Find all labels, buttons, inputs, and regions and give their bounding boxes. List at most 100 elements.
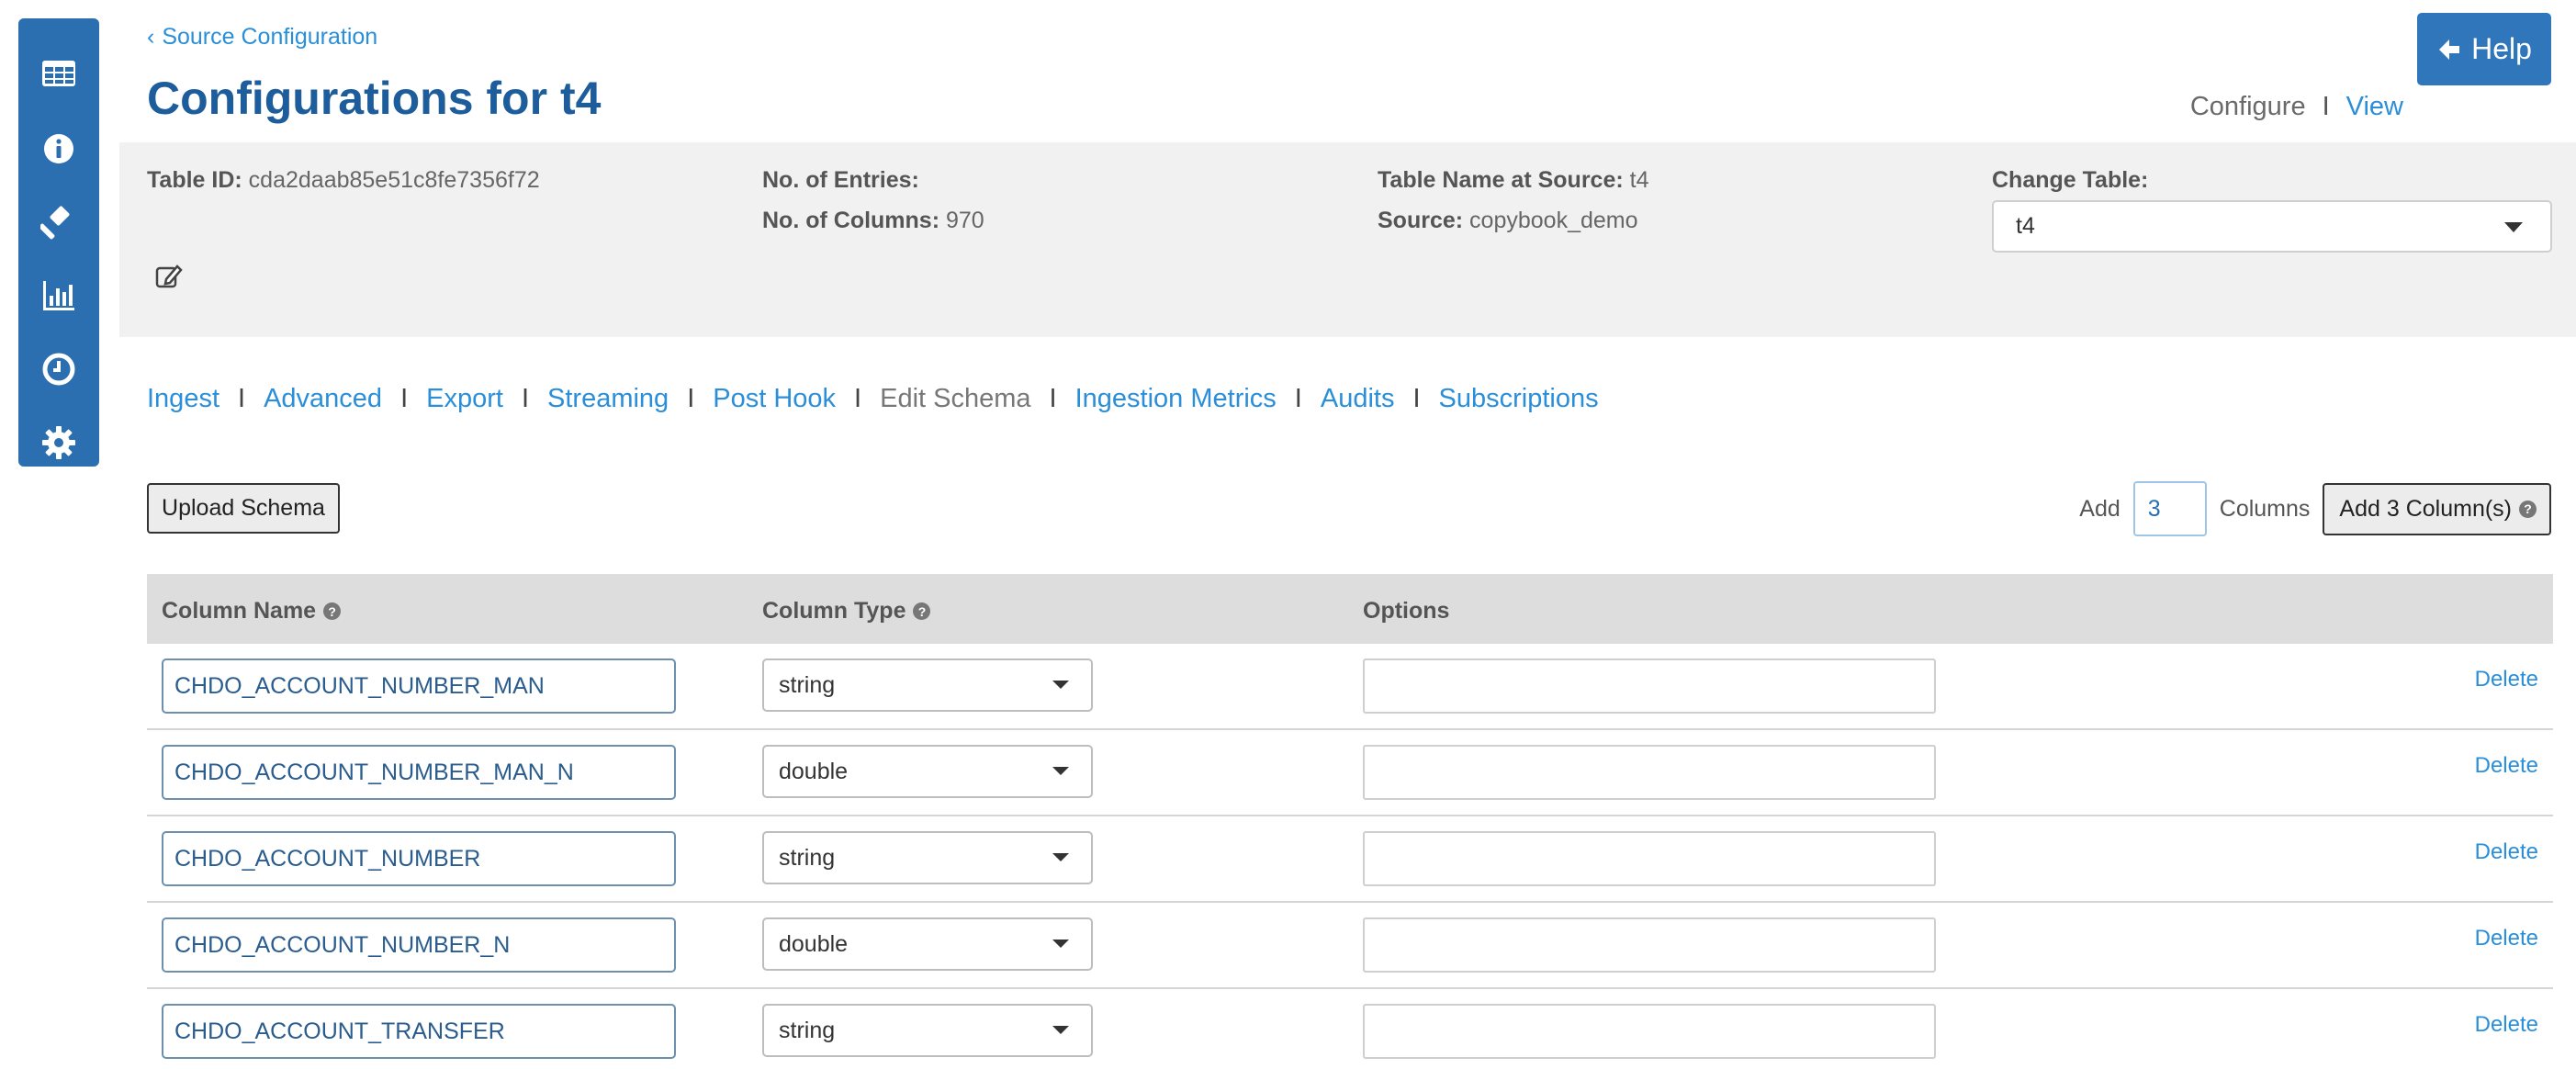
tab-post-hook[interactable]: Post Hook xyxy=(713,384,836,414)
separator: I xyxy=(2322,92,2330,121)
edit-icon[interactable] xyxy=(154,262,184,291)
change-table-select[interactable]: t4 xyxy=(1992,200,2552,253)
table-name-at-source: Table Name at Source: t4 xyxy=(1378,167,1649,194)
help-button[interactable]: Help xyxy=(2417,13,2551,85)
options-input[interactable] xyxy=(1363,745,1936,800)
table-id: Table ID: cda2daab85e51c8fe7356f72 xyxy=(147,167,540,194)
caret-down-icon xyxy=(1052,940,1069,948)
options-input[interactable] xyxy=(1363,831,1936,886)
help-circle-icon[interactable]: ? xyxy=(323,602,342,620)
clock-icon[interactable] xyxy=(40,351,77,388)
column-name-input[interactable]: CHDO_ACCOUNT_TRANSFER xyxy=(162,1004,676,1059)
delete-link[interactable]: Delete xyxy=(2475,926,2538,951)
table-row: CHDO_ACCOUNT_NUMBER_MAN string Delete xyxy=(147,644,2553,730)
tab-separator: I xyxy=(1049,384,1057,413)
chevron-left-icon: ‹ xyxy=(147,24,155,50)
tab-separator: I xyxy=(521,384,530,413)
gear-icon[interactable] xyxy=(40,424,77,461)
change-table-value: t4 xyxy=(2016,213,2035,239)
gavel-icon[interactable] xyxy=(40,204,77,241)
add-label: Add xyxy=(2079,495,2120,522)
table-id-label: Table ID: xyxy=(147,167,242,193)
help-circle-icon: ? xyxy=(2519,500,2537,518)
change-table-label: Change Table: xyxy=(1992,167,2149,193)
column-type-select[interactable]: double xyxy=(762,917,1093,971)
entries-count: No. of Entries: xyxy=(762,167,919,194)
caret-down-icon xyxy=(1052,681,1069,689)
upload-schema-button[interactable]: Upload Schema xyxy=(147,483,340,534)
column-type-value: double xyxy=(779,930,849,957)
tab-edit-schema[interactable]: Edit Schema xyxy=(880,384,1030,414)
schema-table-header: Column Name ? Column Type ? Options xyxy=(147,574,2553,644)
options-input[interactable] xyxy=(1363,1004,1936,1059)
columns-count: No. of Columns: 970 xyxy=(762,208,984,234)
table-name-value: t4 xyxy=(1629,167,1649,193)
tab-separator: I xyxy=(854,384,862,413)
column-name-input[interactable]: CHDO_ACCOUNT_NUMBER_N xyxy=(162,917,676,973)
column-type-select[interactable]: string xyxy=(762,658,1093,712)
source-value: copybook_demo xyxy=(1469,208,1638,233)
source: Source: copybook_demo xyxy=(1378,208,1638,234)
column-name-input[interactable]: CHDO_ACCOUNT_NUMBER xyxy=(162,831,676,886)
breadcrumb-link[interactable]: Source Configuration xyxy=(162,24,377,51)
table-name-label: Table Name at Source: xyxy=(1378,167,1624,193)
table-icon[interactable] xyxy=(40,55,77,92)
tab-audits[interactable]: Audits xyxy=(1321,384,1395,414)
delete-link[interactable]: Delete xyxy=(2475,839,2538,865)
view-link[interactable]: View xyxy=(2346,92,2403,122)
arrow-left-icon xyxy=(2439,39,2460,60)
add-count-input[interactable] xyxy=(2132,481,2207,536)
options-input[interactable] xyxy=(1363,658,1936,714)
caret-down-icon xyxy=(1052,1026,1069,1034)
column-name-input[interactable]: CHDO_ACCOUNT_NUMBER_MAN_N xyxy=(162,745,676,800)
entries-label: No. of Entries: xyxy=(762,167,919,193)
options-header: Options xyxy=(1363,598,1449,625)
tab-ingestion-metrics[interactable]: Ingestion Metrics xyxy=(1075,384,1277,414)
column-name-input[interactable]: CHDO_ACCOUNT_NUMBER_MAN xyxy=(162,658,676,714)
tab-streaming[interactable]: Streaming xyxy=(547,384,669,414)
column-type-value: string xyxy=(779,1017,836,1043)
column-type-header-label: Column Type xyxy=(762,598,906,624)
tab-ingest[interactable]: Ingest xyxy=(147,384,219,414)
table-row: CHDO_ACCOUNT_NUMBER_N double Delete xyxy=(147,903,2553,989)
column-type-select[interactable]: string xyxy=(762,831,1093,884)
help-label: Help xyxy=(2471,32,2532,65)
column-type-select[interactable]: double xyxy=(762,745,1093,798)
caret-down-icon xyxy=(1052,767,1069,775)
sidebar xyxy=(18,18,99,467)
delete-link[interactable]: Delete xyxy=(2475,1012,2538,1038)
columns-label: No. of Columns: xyxy=(762,208,940,233)
add-columns-button[interactable]: Add 3 Column(s) ? xyxy=(2323,482,2551,535)
table-id-value: cda2daab85e51c8fe7356f72 xyxy=(248,167,540,193)
bar-chart-icon[interactable] xyxy=(40,277,77,314)
tab-separator: I xyxy=(1412,384,1421,413)
table-row: CHDO_ACCOUNT_NUMBER_MAN_N double Delete xyxy=(147,730,2553,816)
configure-link[interactable]: Configure xyxy=(2190,92,2306,122)
column-type-value: string xyxy=(779,671,836,698)
add-columns-label: Add 3 Column(s) xyxy=(2339,495,2512,522)
tab-export[interactable]: Export xyxy=(426,384,503,414)
column-type-select[interactable]: string xyxy=(762,1004,1093,1057)
help-circle-icon[interactable]: ? xyxy=(913,602,931,620)
view-toggle: Configure I View xyxy=(2190,92,2403,122)
info-icon[interactable] xyxy=(40,130,77,167)
tab-separator: I xyxy=(1294,384,1302,413)
breadcrumb[interactable]: ‹ Source Configuration xyxy=(147,24,377,51)
delete-link[interactable]: Delete xyxy=(2475,753,2538,779)
tab-subscriptions[interactable]: Subscriptions xyxy=(1439,384,1599,414)
columns-label: Columns xyxy=(2219,495,2311,522)
tab-separator: I xyxy=(238,384,246,413)
columns-value: 970 xyxy=(945,208,984,233)
delete-link[interactable]: Delete xyxy=(2475,667,2538,692)
column-name-header: Column Name ? xyxy=(162,598,342,625)
options-input[interactable] xyxy=(1363,917,1936,973)
table-info-panel: Table ID: cda2daab85e51c8fe7356f72 No. o… xyxy=(119,142,2576,337)
caret-down-icon xyxy=(2504,222,2523,232)
page-title: Configurations for t4 xyxy=(147,73,602,124)
source-label: Source: xyxy=(1378,208,1464,233)
config-tabs: Ingest I Advanced I Export I Streaming I… xyxy=(147,384,1599,414)
column-type-header: Column Type ? xyxy=(762,598,931,625)
tab-advanced[interactable]: Advanced xyxy=(264,384,382,414)
column-type-value: string xyxy=(779,844,836,871)
tab-separator: I xyxy=(687,384,695,413)
